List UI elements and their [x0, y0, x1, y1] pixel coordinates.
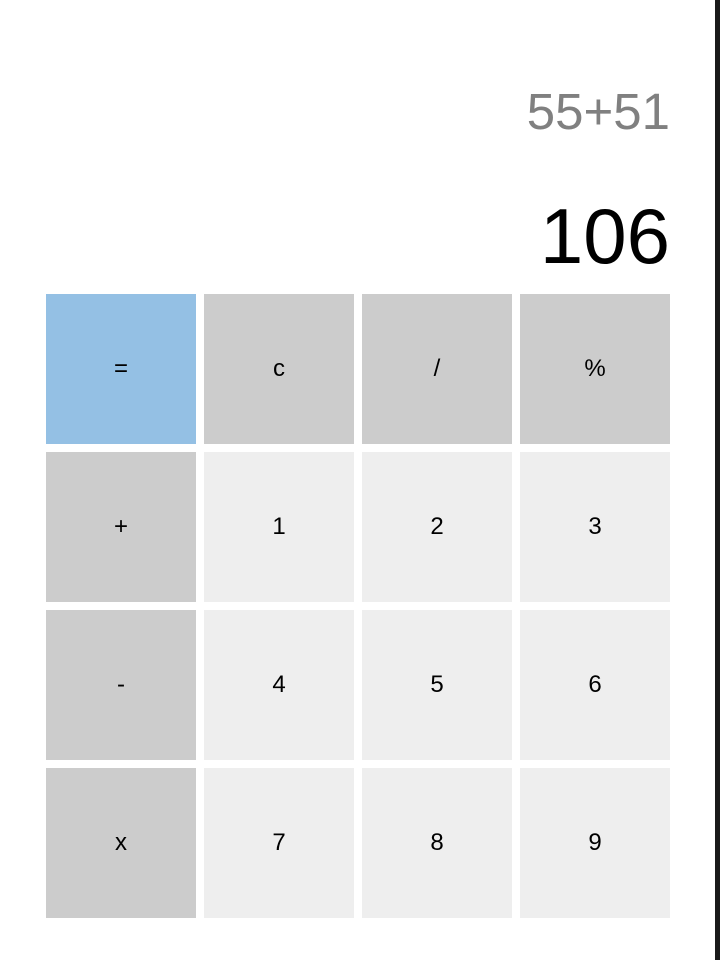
percent-button[interactable]: % [520, 294, 670, 444]
digit-1-button[interactable]: 1 [204, 452, 354, 602]
expression-display: 55+51 [526, 83, 670, 140]
equals-button[interactable]: = [46, 294, 196, 444]
divide-button[interactable]: / [362, 294, 512, 444]
digit-3-button[interactable]: 3 [520, 452, 670, 602]
digit-9-button[interactable]: 9 [520, 768, 670, 918]
multiply-button[interactable]: x [46, 768, 196, 918]
clear-button[interactable]: c [204, 294, 354, 444]
digit-7-button[interactable]: 7 [204, 768, 354, 918]
result-display: 106 [539, 192, 670, 280]
digit-4-button[interactable]: 4 [204, 610, 354, 760]
calculator-display: 55+51 106 [46, 0, 670, 294]
digit-2-button[interactable]: 2 [362, 452, 512, 602]
minus-button[interactable]: - [46, 610, 196, 760]
digit-6-button[interactable]: 6 [520, 610, 670, 760]
digit-8-button[interactable]: 8 [362, 768, 512, 918]
window-edge [715, 0, 720, 960]
calculator: 55+51 106 = c / % + 1 2 3 - 4 5 6 x 7 8 … [46, 0, 670, 960]
keypad: = c / % + 1 2 3 - 4 5 6 x 7 8 9 [46, 294, 670, 918]
digit-5-button[interactable]: 5 [362, 610, 512, 760]
plus-button[interactable]: + [46, 452, 196, 602]
